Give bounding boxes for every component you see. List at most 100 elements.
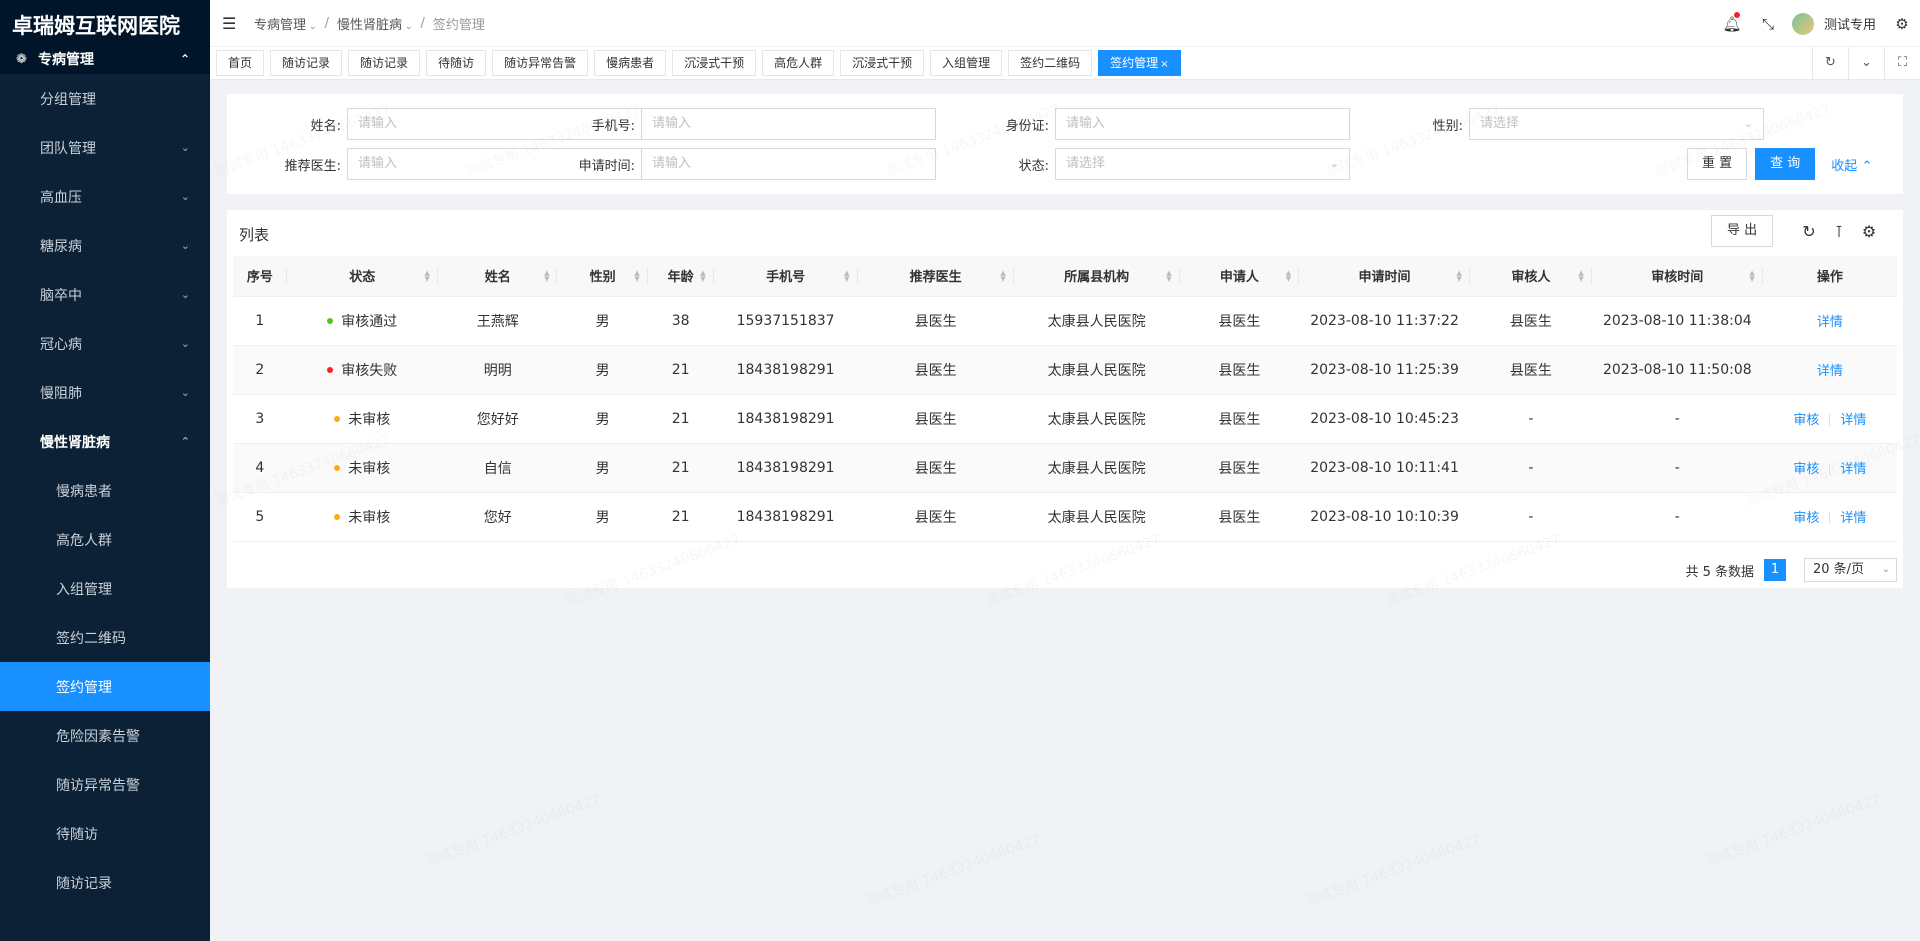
breadcrumb: 专病管理 ⌄ / 慢性肾脏病 ⌄ / 签约管理 <box>254 14 485 33</box>
review-link[interactable]: 审核 <box>1793 413 1819 428</box>
settings-icon[interactable]: ⚙ <box>1854 222 1884 241</box>
list-card: 列表 导 出 ↻ ⊺ ⚙ 序号 状态 ▲ ▼ 姓名 ▲ ▼ 性别 ▲ ▼ 年龄 ▲ ▼ 手机号 ▲ ▼ 推荐医生… <box>227 210 1903 588</box>
sidebar-item-0[interactable]: 分组管理 <box>0 74 210 123</box>
sidebar-item-11[interactable]: 签约二维码 <box>0 613 210 662</box>
refresh-icon[interactable]: ↻ <box>1794 222 1824 241</box>
sidebar: 卓瑞姆互联网医院 ❁ 专病管理 ⌃ 分组管理 团队管理 ⌄ 高血压 ⌄ 糖尿病 ⌄ 脑卒中 ⌄ 冠… <box>0 0 210 941</box>
detail-link[interactable]: 详情 <box>1840 511 1866 526</box>
cell-doctor: 县医生 <box>857 443 1014 493</box>
avatar[interactable] <box>1791 12 1814 35</box>
sidebar-item-9[interactable]: 高危人群 <box>0 515 210 564</box>
bell-icon[interactable]: 🔔︎ <box>1714 11 1750 33</box>
breadcrumb-item-specialty[interactable]: 专病管理 ⌄ <box>254 14 317 33</box>
detail-link[interactable]: 详情 <box>1817 315 1843 330</box>
sidebar-item-10[interactable]: 入组管理 <box>0 564 210 613</box>
chevron-down-icon: ⌄ <box>309 21 317 32</box>
sidebar-item-4[interactable]: 脑卒中 ⌄ <box>0 270 210 319</box>
sort-icon[interactable]: ▲ ▼ <box>425 270 430 283</box>
sidebar-item-5[interactable]: 冠心病 ⌄ <box>0 319 210 368</box>
review-link[interactable]: 审核 <box>1793 511 1819 526</box>
phone-input[interactable]: 请输入 <box>641 108 936 140</box>
fullscreen-icon[interactable]: ⤡ <box>1750 15 1786 33</box>
detail-link[interactable]: 详情 <box>1840 462 1866 477</box>
sort-icon[interactable]: ▲ ▼ <box>544 270 549 283</box>
gender-select[interactable]: 请选择 ⌄ <box>1469 108 1764 140</box>
tab-3[interactable]: 待随访 <box>426 50 487 76</box>
tab-11[interactable]: 签约管理 × <box>1098 50 1181 76</box>
column-header[interactable]: 审核时间 ▲ ▼ <box>1591 256 1763 297</box>
sidebar-item-2[interactable]: 高血压 ⌄ <box>0 172 210 221</box>
column-header[interactable]: 推荐医生 ▲ ▼ <box>857 256 1014 297</box>
sidebar-item-3[interactable]: 糖尿病 ⌄ <box>0 221 210 270</box>
sort-icon[interactable]: ▲ ▼ <box>1579 270 1584 283</box>
export-button[interactable]: 导 出 <box>1711 215 1774 247</box>
sort-icon[interactable]: ▲ ▼ <box>634 270 639 283</box>
column-height-icon[interactable]: ⊺ <box>1824 222 1854 241</box>
column-header[interactable]: 年龄 ▲ ▼ <box>647 256 714 297</box>
column-header[interactable]: 申请时间 ▲ ▼ <box>1299 256 1470 297</box>
sidebar-item-14[interactable]: 随访异常告警 <box>0 760 210 809</box>
menu-collapse-icon[interactable]: ☰ <box>222 14 240 33</box>
tab-4[interactable]: 随访异常告警 <box>492 50 589 76</box>
tab-1[interactable]: 随访记录 <box>270 50 343 76</box>
sort-icon[interactable]: ▲ ▼ <box>700 270 705 283</box>
sort-icon[interactable]: ▲ ▼ <box>844 270 849 283</box>
cell-reviewer: - <box>1469 394 1592 444</box>
cell-name: 您好 <box>437 492 558 542</box>
detail-link[interactable]: 详情 <box>1840 413 1866 428</box>
page-size-select[interactable]: 20 条/页 ⌄ <box>1804 558 1897 582</box>
tab-2[interactable]: 随访记录 <box>348 50 421 76</box>
tab-0[interactable]: 首页 <box>216 50 265 76</box>
sidebar-item-label: 高血压 <box>40 189 82 206</box>
cell-doctor: 县医生 <box>857 296 1014 346</box>
status-select[interactable]: 请选择 ⌄ <box>1055 148 1350 180</box>
sort-icon[interactable]: ▲ ▼ <box>1000 270 1005 283</box>
sort-icon[interactable]: ▲ ▼ <box>1457 270 1462 283</box>
tab-6[interactable]: 沉浸式干预 <box>672 50 757 76</box>
column-header[interactable]: 申请人 ▲ ▼ <box>1179 256 1300 297</box>
column-header[interactable]: 状态 ▲ ▼ <box>286 256 438 297</box>
close-icon[interactable]: × <box>1160 59 1168 70</box>
sidebar-item-12[interactable]: 签约管理 <box>0 662 210 711</box>
sidebar-group-specialty[interactable]: ❁ 专病管理 ⌃ <box>0 44 210 74</box>
maximize-icon[interactable]: ⛶ <box>1884 47 1920 79</box>
status-dot <box>327 366 334 373</box>
column-header[interactable]: 性别 ▲ ▼ <box>557 256 648 297</box>
sidebar-item-6[interactable]: 慢阻肺 ⌄ <box>0 368 210 417</box>
id-card-input[interactable]: 请输入 <box>1055 108 1350 140</box>
column-header[interactable]: 所属县机构 ▲ ▼ <box>1013 256 1180 297</box>
gear-icon[interactable]: ⚙ <box>1890 15 1914 33</box>
sidebar-item-label: 签约二维码 <box>56 630 126 647</box>
sidebar-item-15[interactable]: 待随访 <box>0 809 210 858</box>
sidebar-item-8[interactable]: 慢病患者 <box>0 466 210 515</box>
sidebar-item-16[interactable]: 随访记录 <box>0 858 210 907</box>
sidebar-item-13[interactable]: 危险因素告警 <box>0 711 210 760</box>
sidebar-item-1[interactable]: 团队管理 ⌄ <box>0 123 210 172</box>
sort-icon[interactable]: ▲ ▼ <box>1166 270 1171 283</box>
list-title: 列表 <box>239 226 270 244</box>
tab-8[interactable]: 沉浸式干预 <box>840 50 925 76</box>
collapse-link[interactable]: 收起 ⌃ <box>1831 155 1872 174</box>
tab-9[interactable]: 入组管理 <box>930 50 1003 76</box>
cell-status: 审核通过 <box>286 296 438 346</box>
page-1-button[interactable]: 1 <box>1764 559 1786 581</box>
username[interactable]: 测试专用 <box>1824 14 1876 33</box>
query-button[interactable]: 查 询 <box>1755 148 1816 180</box>
detail-link[interactable]: 详情 <box>1817 364 1843 379</box>
review-link[interactable]: 审核 <box>1793 462 1819 477</box>
tab-5[interactable]: 慢病患者 <box>594 50 667 76</box>
column-header[interactable]: 姓名 ▲ ▼ <box>437 256 558 297</box>
tab-10[interactable]: 签约二维码 <box>1008 50 1093 76</box>
sidebar-item-7[interactable]: 慢性肾脏病 ⌃ <box>0 417 210 466</box>
tab-menu-chevron-icon[interactable]: ⌄ <box>1848 47 1884 79</box>
column-header[interactable]: 手机号 ▲ ▼ <box>713 256 858 297</box>
status-dot <box>327 317 334 324</box>
sort-icon[interactable]: ▲ ▼ <box>1749 270 1754 283</box>
apply-time-input[interactable]: 请输入 <box>641 148 936 180</box>
column-header[interactable]: 审核人 ▲ ▼ <box>1469 256 1592 297</box>
reset-button[interactable]: 重 置 <box>1687 148 1748 180</box>
refresh-tab-icon[interactable]: ↻ <box>1812 47 1848 79</box>
breadcrumb-item-ckd[interactable]: 慢性肾脏病 ⌄ <box>337 14 413 33</box>
sort-icon[interactable]: ▲ ▼ <box>1286 270 1291 283</box>
tab-7[interactable]: 高危人群 <box>762 50 835 76</box>
